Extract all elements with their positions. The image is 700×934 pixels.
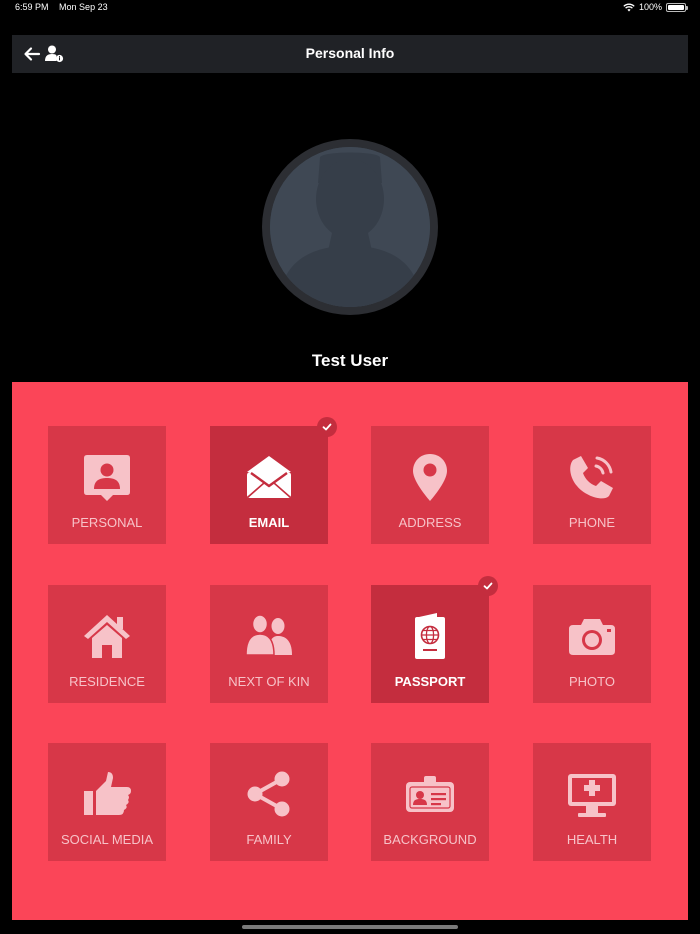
avatar[interactable] bbox=[262, 139, 438, 315]
tile-label: PHOTO bbox=[569, 674, 615, 689]
tile-health[interactable]: HEALTH bbox=[533, 743, 651, 861]
tile-next-of-kin[interactable]: NEXT OF KIN bbox=[210, 585, 328, 703]
tile-personal[interactable]: PERSONAL bbox=[48, 426, 166, 544]
status-time: 6:59 PM bbox=[15, 2, 49, 12]
tile-passport[interactable]: PASSPORT bbox=[371, 576, 498, 703]
tile-label: HEALTH bbox=[566, 832, 618, 847]
tile-label: PERSONAL bbox=[71, 515, 143, 530]
tile-label: EMAIL bbox=[248, 515, 290, 530]
phone-ringing-icon bbox=[570, 456, 613, 499]
home-indicator bbox=[242, 925, 458, 929]
tile-label: BACKGROUND bbox=[383, 832, 477, 847]
thumbs-up-icon bbox=[84, 772, 131, 815]
tile-label: RESIDENCE bbox=[69, 674, 145, 689]
status-right: 100% bbox=[623, 2, 688, 12]
share-icon bbox=[247, 771, 290, 817]
category-panel: PERSONAL EMAIL ADDRESS PHONE RESIDENCE N… bbox=[12, 382, 688, 920]
user-name: Test User bbox=[311, 351, 389, 370]
tile-label: NEXT OF KIN bbox=[228, 674, 310, 689]
tile-label: PASSPORT bbox=[394, 674, 466, 689]
avatar-image bbox=[270, 147, 430, 307]
person-silhouette-icon bbox=[270, 147, 430, 307]
map-pin-icon bbox=[413, 454, 447, 501]
checkmark-icon bbox=[478, 576, 498, 596]
house-icon bbox=[84, 615, 130, 658]
tile-email[interactable]: EMAIL bbox=[210, 417, 337, 544]
contact-card-icon bbox=[84, 455, 130, 501]
status-bar: 6:59 PM Mon Sep 23 100% bbox=[0, 0, 700, 16]
id-badge-icon bbox=[406, 776, 454, 812]
tile-label: ADDRESS bbox=[398, 515, 462, 530]
tile-label: SOCIAL MEDIA bbox=[61, 832, 153, 847]
tile-label: FAMILY bbox=[246, 832, 292, 847]
people-icon bbox=[245, 614, 292, 656]
camera-icon bbox=[569, 619, 615, 655]
passport-icon bbox=[415, 613, 445, 659]
medical-monitor-icon bbox=[568, 774, 616, 817]
tile-social-media[interactable]: SOCIAL MEDIA bbox=[48, 743, 166, 861]
status-left: 6:59 PM Mon Sep 23 bbox=[15, 2, 116, 12]
tile-label: PHONE bbox=[568, 515, 616, 530]
checkmark-icon bbox=[317, 417, 337, 437]
tile-family[interactable]: FAMILY bbox=[210, 743, 328, 861]
tile-residence[interactable]: RESIDENCE bbox=[48, 585, 166, 703]
battery-percent: 100% bbox=[638, 2, 662, 12]
tile-photo[interactable]: PHOTO bbox=[533, 585, 651, 703]
wifi-icon bbox=[623, 3, 635, 11]
tile-background[interactable]: BACKGROUND bbox=[371, 743, 489, 861]
tile-address[interactable]: ADDRESS bbox=[371, 426, 489, 544]
status-date: Mon Sep 23 bbox=[59, 2, 108, 12]
tile-phone[interactable]: PHONE bbox=[533, 426, 651, 544]
envelope-open-icon bbox=[247, 456, 291, 498]
page-title: Personal Info bbox=[305, 45, 395, 61]
nav-bar: Personal Info bbox=[12, 35, 688, 73]
battery-icon bbox=[666, 2, 688, 12]
